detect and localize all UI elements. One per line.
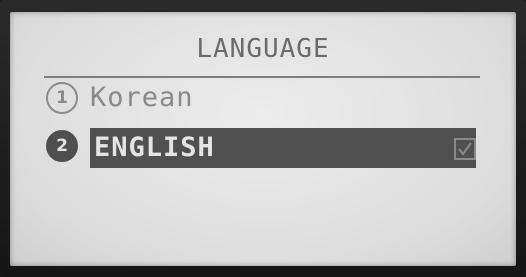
page-title: LANGUAGE	[196, 34, 330, 64]
menu-item-label: Korean	[90, 82, 194, 113]
lcd-screen: LANGUAGE 1 Korean 2 ENGLISH	[10, 12, 516, 266]
selected-checkbox[interactable]	[454, 138, 476, 160]
number-badge: 1	[46, 82, 78, 114]
number-badge: 2	[46, 130, 78, 162]
checkmark-icon	[458, 142, 472, 156]
device-bezel: LANGUAGE 1 Korean 2 ENGLISH	[0, 0, 526, 277]
menu-item-label: ENGLISH	[94, 132, 215, 163]
title-divider	[44, 76, 480, 78]
